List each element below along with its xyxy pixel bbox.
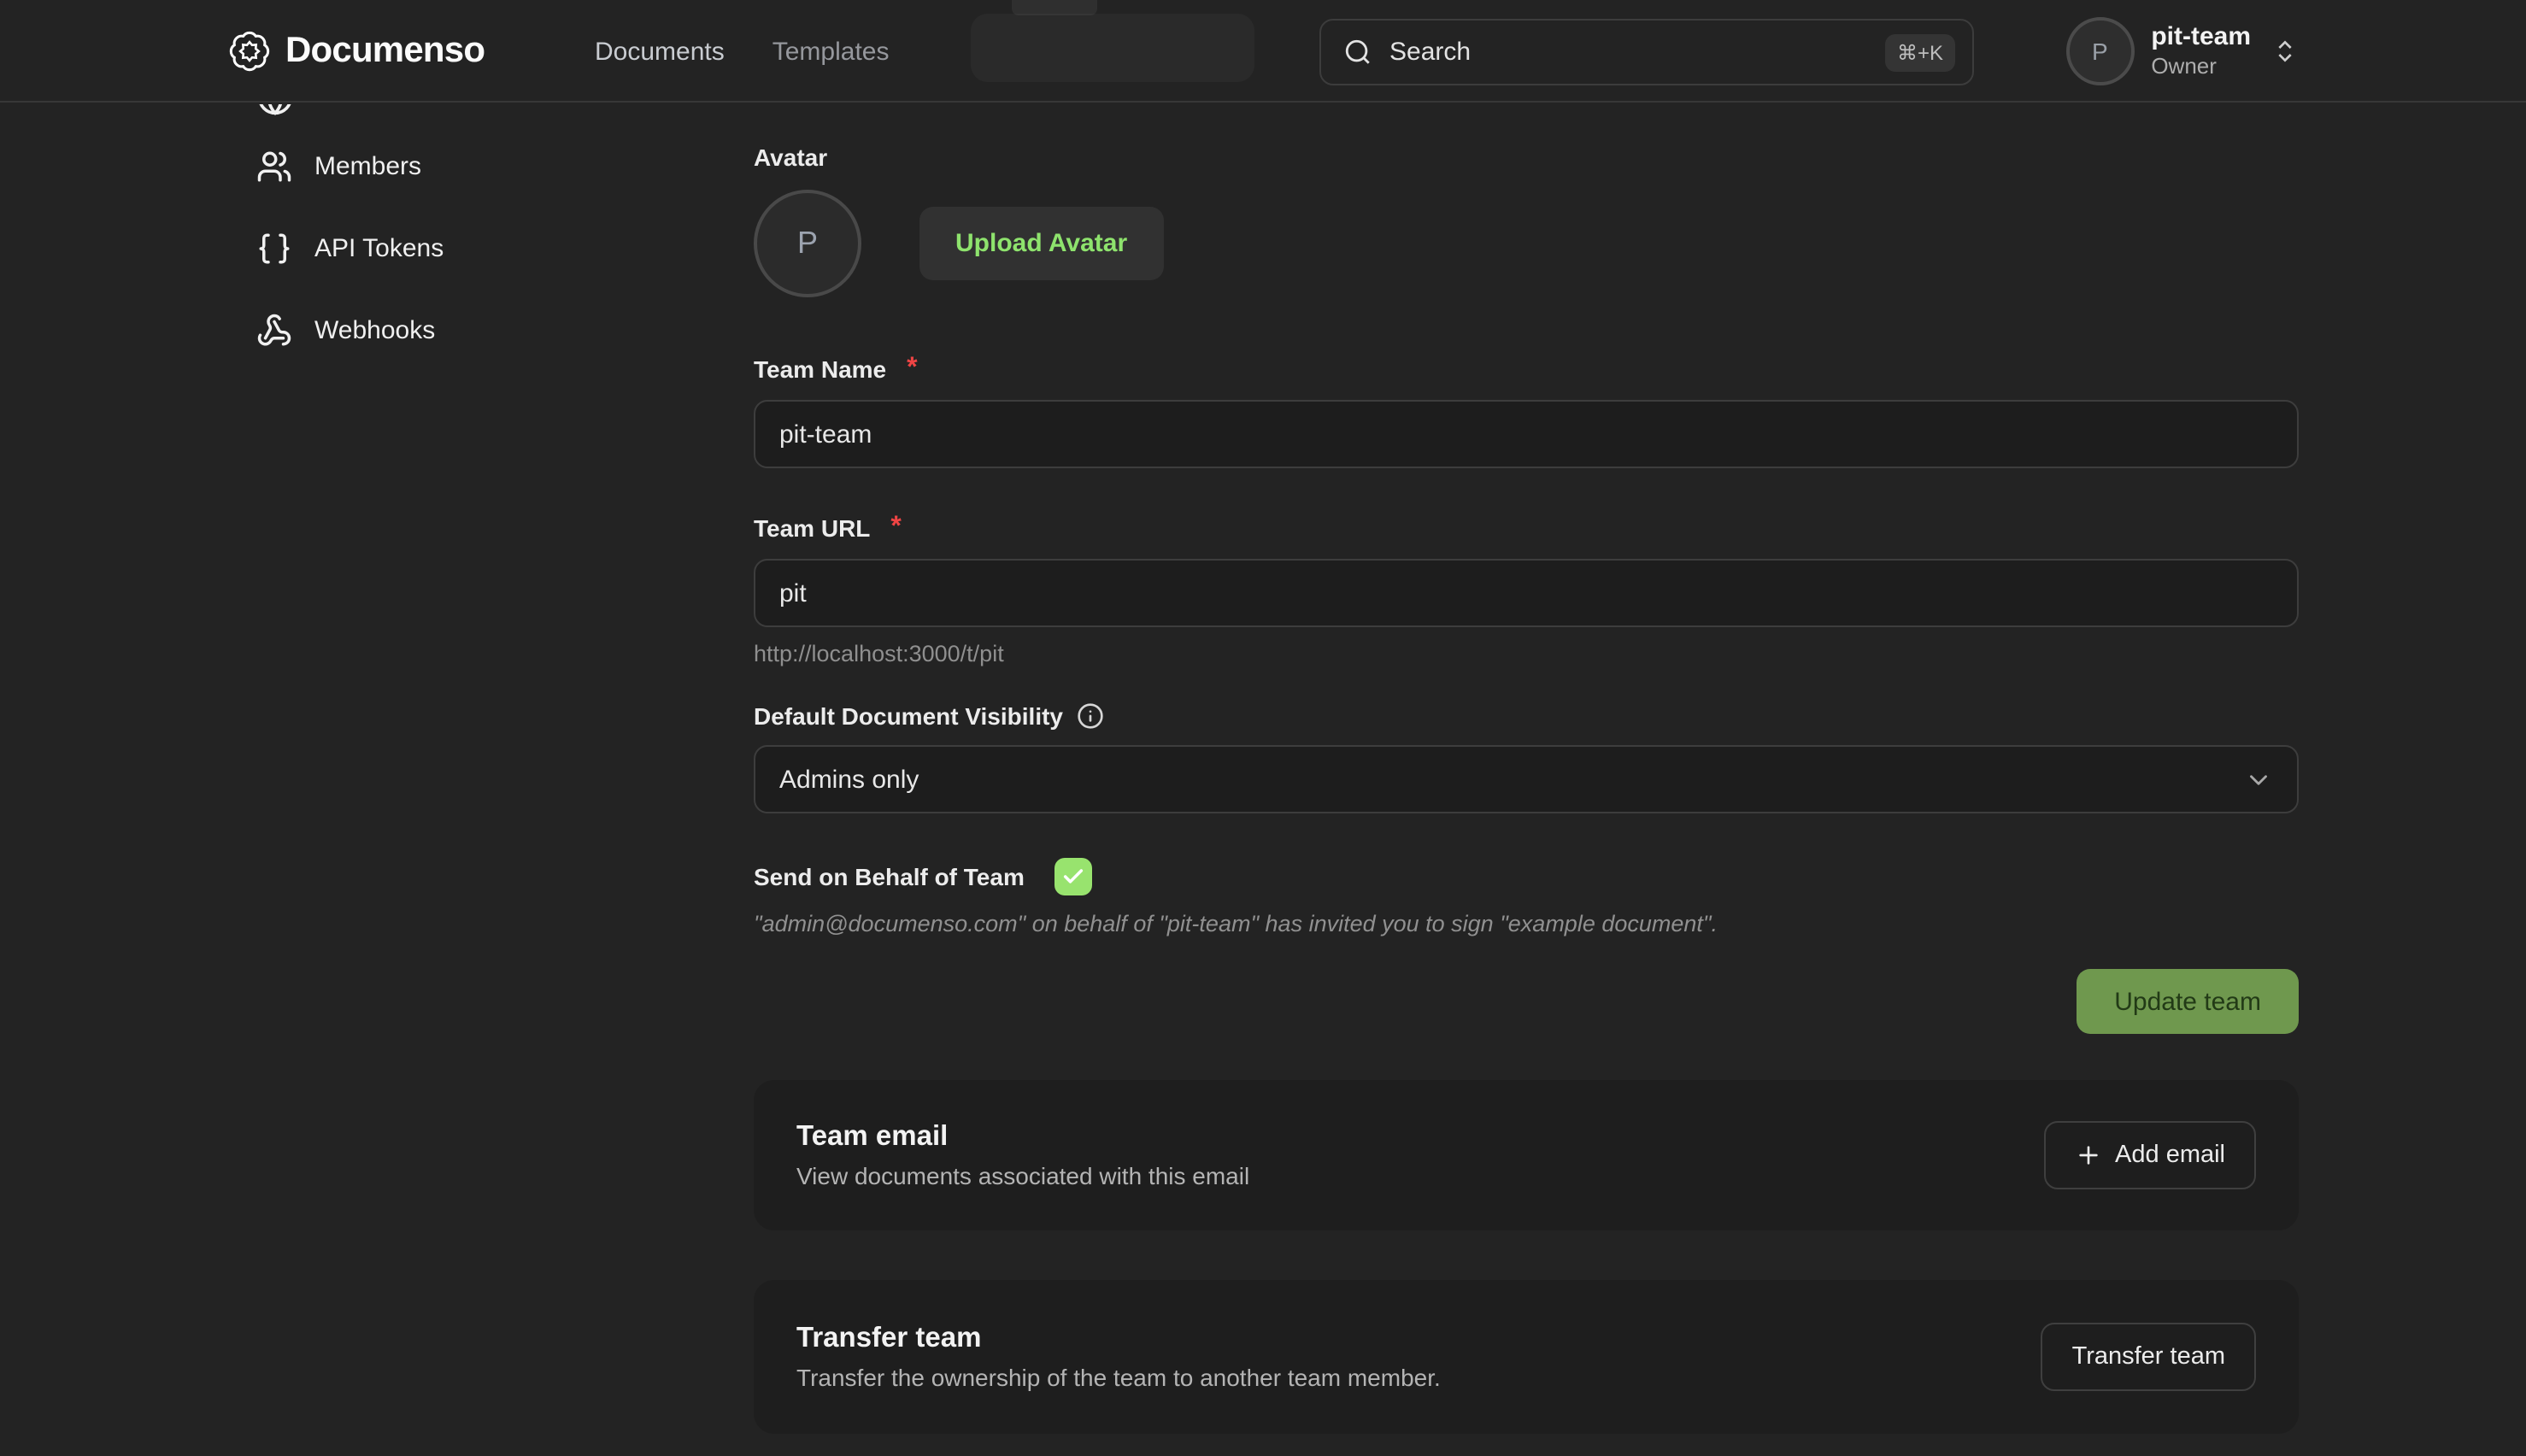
team-url-input[interactable] bbox=[754, 559, 2299, 627]
sidebar-item-api-tokens[interactable]: API Tokens bbox=[227, 214, 740, 282]
check-icon bbox=[1062, 865, 1086, 889]
chevron-down-icon bbox=[2244, 765, 2273, 794]
team-avatar-preview: P bbox=[754, 190, 861, 297]
nav-link-documents[interactable]: Documents bbox=[595, 37, 725, 66]
transfer-team-title: Transfer team bbox=[796, 1323, 1441, 1355]
visibility-label-row: Default Document Visibility bbox=[754, 702, 2299, 730]
user-menu[interactable]: P pit-team Owner bbox=[2065, 17, 2299, 85]
sidebar-item-members[interactable]: Members bbox=[227, 132, 740, 200]
team-email-description: View documents associated with this emai… bbox=[796, 1162, 1249, 1189]
team-email-card: Team email View documents associated wit… bbox=[754, 1080, 2299, 1230]
user-role: Owner bbox=[2151, 54, 2251, 82]
transfer-team-button[interactable]: Transfer team bbox=[2041, 1323, 2256, 1391]
transfer-team-description: Transfer the ownership of the team to an… bbox=[796, 1364, 1441, 1391]
webhook-icon bbox=[256, 312, 292, 348]
add-email-button-label: Add email bbox=[2115, 1142, 2225, 1169]
update-team-button[interactable]: Update team bbox=[2077, 969, 2299, 1034]
sidebar-item-clipped[interactable] bbox=[256, 104, 297, 118]
search-placeholder: Search bbox=[1389, 38, 1885, 67]
search-input[interactable]: Search ⌘+K bbox=[1319, 19, 1974, 85]
navbar: Documenso Documents Templates Search ⌘+K… bbox=[0, 0, 2526, 103]
sidebar-item-label: API Tokens bbox=[314, 233, 444, 262]
team-email-title: Team email bbox=[796, 1121, 1249, 1154]
nav-hover-pill-artifact bbox=[971, 14, 1254, 82]
team-name-group: Team Name * bbox=[754, 354, 2299, 468]
transfer-team-button-label: Transfer team bbox=[2072, 1343, 2225, 1371]
sidebar-item-label: Webhooks bbox=[314, 315, 435, 344]
chevrons-up-down-icon bbox=[2271, 38, 2299, 65]
team-email-texts: Team email View documents associated wit… bbox=[796, 1121, 1249, 1189]
update-row: Update team bbox=[754, 969, 2299, 1034]
send-on-behalf-row: Send on Behalf of Team bbox=[754, 858, 2299, 895]
send-on-behalf-preview: "admin@documenso.com" on behalf of "pit-… bbox=[754, 911, 2299, 936]
send-on-behalf-checkbox[interactable] bbox=[1055, 858, 1093, 895]
info-icon[interactable] bbox=[1077, 702, 1104, 730]
users-icon bbox=[256, 148, 292, 184]
nav-link-templates[interactable]: Templates bbox=[772, 37, 890, 66]
team-settings-main: Avatar P Upload Avatar Team Name * Team … bbox=[754, 104, 2299, 1434]
required-asterisk: * bbox=[890, 513, 901, 543]
avatar-label: Avatar bbox=[754, 144, 2299, 171]
required-asterisk: * bbox=[907, 354, 917, 385]
search-shortcut-badge: ⌘+K bbox=[1885, 33, 1955, 71]
transfer-team-card: Transfer team Transfer the ownership of … bbox=[754, 1280, 2299, 1434]
sidebar: Members API Tokens Webhooks bbox=[227, 104, 740, 364]
team-url-label: Team URL bbox=[754, 514, 870, 542]
user-team-name: pit-team bbox=[2151, 21, 2251, 54]
visibility-selected-value: Admins only bbox=[779, 765, 919, 794]
team-name-label: Team Name bbox=[754, 355, 886, 383]
default-visibility-select[interactable]: Admins only bbox=[754, 745, 2299, 813]
upload-avatar-button[interactable]: Upload Avatar bbox=[919, 207, 1163, 280]
user-texts: pit-team Owner bbox=[2151, 21, 2251, 81]
transfer-team-texts: Transfer team Transfer the ownership of … bbox=[796, 1323, 1441, 1391]
user-avatar: P bbox=[2065, 17, 2134, 85]
globe-icon bbox=[256, 104, 294, 116]
brand-name: Documenso bbox=[285, 31, 485, 72]
visibility-label: Default Document Visibility bbox=[754, 702, 1063, 730]
send-on-behalf-label: Send on Behalf of Team bbox=[754, 863, 1025, 890]
sidebar-item-label: Members bbox=[314, 151, 421, 180]
team-url-helper: http://localhost:3000/t/pit bbox=[754, 641, 2299, 666]
avatar-row: P Upload Avatar bbox=[754, 190, 2299, 297]
plus-icon bbox=[2074, 1142, 2101, 1169]
sidebar-item-webhooks[interactable]: Webhooks bbox=[227, 296, 740, 364]
visibility-group: Default Document Visibility Admins only bbox=[754, 702, 2299, 813]
app-root: Documenso Documents Templates Search ⌘+K… bbox=[0, 0, 2526, 1456]
team-url-group: Team URL * http://localhost:3000/t/pit bbox=[754, 513, 2299, 666]
braces-icon bbox=[256, 230, 292, 266]
brand-logo[interactable]: Documenso bbox=[227, 0, 485, 103]
nav-links: Documents Templates bbox=[595, 0, 890, 103]
add-email-button[interactable]: Add email bbox=[2043, 1121, 2256, 1189]
team-name-label-row: Team Name * bbox=[754, 354, 2299, 385]
search-icon bbox=[1343, 38, 1372, 67]
team-name-input[interactable] bbox=[754, 400, 2299, 468]
documenso-seal-icon bbox=[227, 29, 272, 73]
team-url-label-row: Team URL * bbox=[754, 513, 2299, 543]
